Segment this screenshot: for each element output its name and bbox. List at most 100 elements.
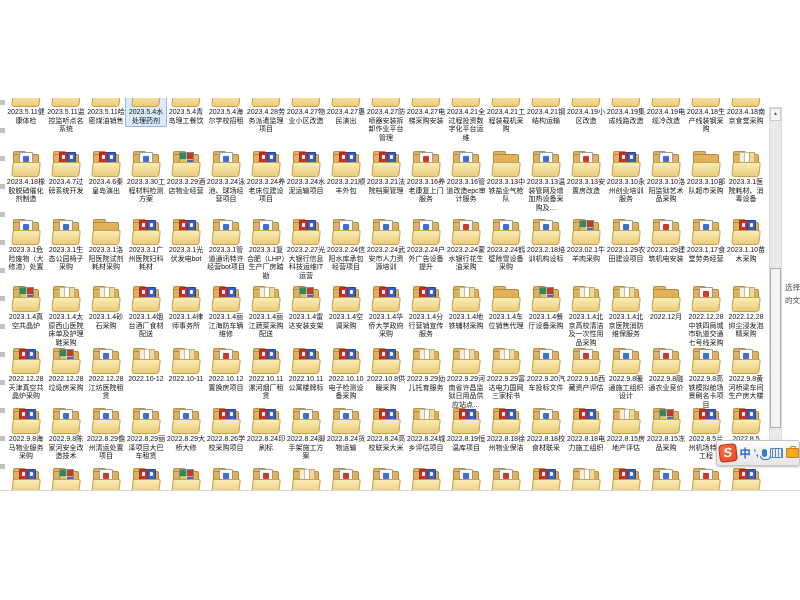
scrollbar-up-button[interactable]: ▲ bbox=[770, 108, 781, 121]
folder-item[interactable]: 2022.8.29儋州清运处置项目 bbox=[85, 405, 127, 463]
folder-item[interactable]: 2023.3.24泳池、球场经营项目 bbox=[205, 148, 247, 206]
folder-item[interactable]: 2023.02.1牛羊肉采购 bbox=[565, 216, 607, 265]
folder-item[interactable]: 2023.2.24鹤壁除雪设备采购 bbox=[485, 216, 527, 274]
folder-item[interactable]: 2023.3.24养老床位建设项目 bbox=[245, 148, 287, 206]
folder-item[interactable]: 2023.2.24信阳水库承包经营项目 bbox=[325, 216, 367, 274]
folder-item[interactable]: 2022.8.15冻品采购 bbox=[645, 405, 687, 454]
folder-item[interactable]: 2022.8.29丽泽项目大巴车租赁 bbox=[125, 405, 167, 463]
folder-item[interactable]: 2023.2.24蒙水银行花生油采购 bbox=[445, 216, 487, 274]
folder-item[interactable]: 2023.1.4空调采购 bbox=[325, 283, 367, 332]
folder-item[interactable]: 2022.8.24脚手架施工方案 bbox=[285, 405, 327, 463]
folder-item[interactable]: 2022.8.18电力施工组织 bbox=[565, 405, 607, 454]
folder-item[interactable]: 2022.8.24城乡评估项目 bbox=[405, 405, 447, 454]
ime-language-bar[interactable]: S 中 ’, bbox=[716, 440, 800, 466]
folder-item[interactable]: 2023.3.13温装管网及增加热设备采购及… bbox=[525, 148, 567, 214]
folder-item[interactable]: 2023.3.21法院档案管理 bbox=[365, 148, 407, 197]
chinese-mode-icon[interactable]: 中 bbox=[740, 445, 751, 461]
scrollbar-thumb[interactable] bbox=[770, 268, 781, 428]
folder-item[interactable]: 2022.9.8海马物业服务采购 bbox=[5, 405, 47, 463]
folder-item[interactable]: 2022.10.8供暖采购 bbox=[365, 345, 407, 394]
folder-item[interactable]: 2022.10.12置换房项目 bbox=[205, 345, 247, 394]
folder-item[interactable]: 2023.2.18培训机构设标 bbox=[525, 216, 567, 265]
folder-item[interactable]: 2023.2.27光大银行信息科技运维IT运营 bbox=[285, 216, 327, 282]
folder-item[interactable]: 2022.10.11漯河烟厂租赁 bbox=[245, 345, 287, 403]
folder-item[interactable]: 2023.1.4地铁辅材采购 bbox=[445, 283, 487, 332]
folder-item[interactable]: 2022.9.8暖通施工组织设计 bbox=[605, 345, 647, 403]
folder-item[interactable]: 2022.9.8高铁模拟舱场景刷名卡项目 bbox=[685, 345, 727, 411]
folder-item[interactable]: 2023.1.4分行营销宣传服务 bbox=[405, 283, 447, 341]
folder-item[interactable]: 2023.1.4丽江海防车辆维修 bbox=[205, 283, 247, 341]
folder-item[interactable]: 2023.3.1管道通讯特许经营bot项目 bbox=[205, 216, 247, 274]
folder-item[interactable]: 2023.1.10苗木采购 bbox=[725, 216, 767, 265]
folder-item[interactable]: 2022.12.28垃圾房采购 bbox=[45, 345, 87, 394]
folder-item[interactable]: 2023.1.4烟台酒厂食材配送 bbox=[125, 283, 167, 341]
folder-item[interactable]: 2023.3.10永州创业培训服务 bbox=[605, 148, 647, 206]
folder-item[interactable]: 2022.8.15房地产评估 bbox=[605, 405, 647, 454]
folder-item[interactable]: 2023.3.1生态公园椅子采购 bbox=[45, 216, 87, 274]
folder-item[interactable]: 2023.3.1复合肥（LHP）生产厂房踏勘 bbox=[245, 216, 287, 282]
folder-item[interactable]: 2023.3.1光伏发电bot bbox=[165, 216, 207, 265]
folder-item[interactable]: 2023.3.13中铁盐业气枪队 bbox=[485, 148, 527, 206]
folder-item[interactable]: 2022.12.28中铁四局城市轨道交通七号线采购 bbox=[685, 283, 727, 349]
folder-item[interactable]: 2023.1.4华侨大学政府采购 bbox=[365, 283, 407, 341]
folder-item[interactable]: 2023.3.16养老康复上门服务 bbox=[405, 148, 447, 206]
folder-item[interactable]: 2022.9.8黄河桥梁车间生产房大楼 bbox=[725, 345, 767, 403]
folder-item[interactable]: 2023.1.4车位销售代理 bbox=[485, 283, 527, 332]
folder-item[interactable]: 2023.4.6秦皇岛演出 bbox=[85, 148, 127, 197]
folder-item[interactable]: 2022.8.24印刷标 bbox=[245, 405, 287, 454]
folder-item[interactable]: 2023.4.18橡胶脱硝催化剂制造 bbox=[5, 148, 47, 206]
folder-item[interactable]: 2023.1.4餐厅设备采购 bbox=[525, 283, 567, 332]
folder-item[interactable]: 2023.1.4太原西山医院床单及护理鞋采购 bbox=[45, 283, 87, 349]
folder-item[interactable]: 2022.10.11公寓楼牌标 bbox=[285, 345, 327, 394]
folder-item[interactable]: 2022.10-11 bbox=[165, 345, 207, 386]
folder-item[interactable]: 2023.1.29农田建设项目 bbox=[605, 216, 647, 265]
folder-item[interactable]: 2022.12.28天津真空共晶炉采购 bbox=[5, 345, 47, 403]
folder-item[interactable]: 2022.8.18徐州物业保洁 bbox=[485, 405, 527, 454]
folder-item[interactable]: 2022.9.16西藏资产评估 bbox=[565, 345, 607, 394]
folder-item[interactable]: 2023.1.4真空共晶炉 bbox=[5, 283, 47, 332]
folder-item[interactable]: 2022.12月 bbox=[645, 283, 687, 324]
punctuation-icon[interactable]: ’, bbox=[754, 448, 759, 458]
folder-item[interactable]: 2022.8.24货物运输 bbox=[325, 405, 367, 454]
toolbox-icon[interactable] bbox=[786, 448, 799, 458]
folder-item[interactable]: 2023.1.17食堂劳务经营 bbox=[685, 216, 727, 265]
folder-item[interactable]: 2023.3.1危险废物（大修渣）处置 bbox=[5, 216, 47, 274]
folder-item[interactable]: 2023.1.4北京医院消防维保服务 bbox=[605, 283, 647, 341]
folder-item[interactable]: 2023.3.21顺丰外包 bbox=[325, 148, 367, 197]
folder-item[interactable]: 2022.9.29幼儿托育服务 bbox=[405, 345, 447, 394]
folder-item[interactable]: 2022.8.26学校采购项目 bbox=[205, 405, 247, 454]
keyboard-icon[interactable] bbox=[770, 448, 784, 458]
folder-item[interactable]: 2023.3.1广州医院妇科耗材 bbox=[125, 216, 167, 274]
folder-item[interactable]: 2023.4.7过磅系统开发 bbox=[45, 148, 87, 197]
folder-item[interactable]: 2023.2.24户外广告设备提升 bbox=[405, 216, 447, 274]
microphone-icon[interactable] bbox=[762, 449, 767, 457]
folder-item[interactable]: 2023.1.4丽江蔬菜采购配送 bbox=[245, 283, 287, 341]
folder-item[interactable]: 2023.2.24武安市人力资源培训 bbox=[365, 216, 407, 274]
folder-item[interactable]: 2022.12.28抑尘浸发泡精采购 bbox=[725, 283, 767, 341]
folder-item[interactable]: 2023.3.30工程材料检测方案 bbox=[125, 148, 167, 206]
folder-item[interactable]: 2022.10.10电子检测设备采购 bbox=[325, 345, 367, 403]
folder-item[interactable]: 2022.12.28江坊医院租赁 bbox=[85, 345, 127, 403]
folder-item[interactable]: 2022.9.8陈家河安全改造技术 bbox=[45, 405, 87, 463]
folder-item[interactable]: 2023.3.16管道改造epc审计服务 bbox=[445, 148, 487, 206]
folder-item[interactable]: 2023.1.4北京高校清洁及一次性用品采购 bbox=[565, 283, 607, 349]
folder-item[interactable]: 2023.3.10部队超市采购 bbox=[685, 148, 727, 197]
folder-item[interactable]: 2022.8.29大桥大修 bbox=[165, 405, 207, 454]
vertical-scrollbar[interactable]: ▲ ▼ bbox=[769, 107, 782, 455]
folder-item[interactable]: 2023.3.29酒店物业经营 bbox=[165, 148, 207, 197]
folder-item[interactable]: 2023.3.1洛阳医院试剂耗材采购 bbox=[85, 216, 127, 274]
folder-item[interactable]: 2022.9.20汽车投标文件 bbox=[525, 345, 567, 394]
folder-item[interactable]: 2022.8.19恒温库项目 bbox=[445, 405, 487, 454]
sogou-logo-icon[interactable]: S bbox=[718, 443, 737, 463]
folder-item[interactable]: 2022.9.8融通农业竞价 bbox=[645, 345, 687, 394]
folder-item[interactable]: 2023.3.1医院耗材、消毒设备 bbox=[725, 148, 767, 206]
folder-item[interactable]: 2022.9.29富达电力国网三家标书 bbox=[485, 345, 527, 403]
folder-item[interactable]: 2023.1.4砂石采购 bbox=[85, 283, 127, 332]
folder-item[interactable]: 2022.8.18校食材联采 bbox=[525, 405, 567, 454]
folder-item[interactable]: 2022.8.24高校联采大米 bbox=[365, 405, 407, 454]
folder-item[interactable]: 2023.1.4律师事务所 bbox=[165, 283, 207, 332]
folder-item[interactable]: 2023.1.4雷达安装支架 bbox=[285, 283, 327, 332]
folder-item[interactable]: 2023.3.13安置房改造 bbox=[565, 148, 607, 197]
folder-item[interactable]: 2023.3.24水泥运输项目 bbox=[285, 148, 327, 197]
folder-item[interactable]: 2023.1.29建筑机电安装 bbox=[645, 216, 687, 265]
